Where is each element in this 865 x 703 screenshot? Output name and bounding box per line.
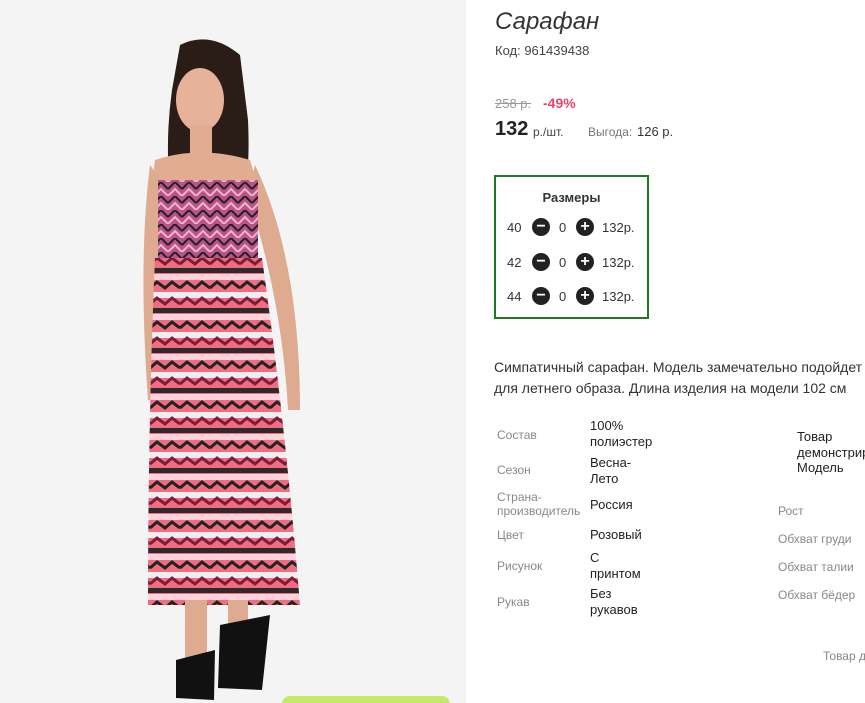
model-label-hips: Обхват бёдер [778, 588, 856, 602]
current-price: 132 [495, 118, 529, 140]
size-row-42: 42 − 0 + 132р. [496, 253, 647, 273]
plus-circle-icon[interactable]: + [576, 253, 594, 271]
benefit-value: 126 р. [637, 124, 674, 139]
attr-value-season: Весна-Лето [590, 455, 632, 486]
plus-circle-icon[interactable]: + [576, 287, 594, 305]
product-description: Симпатичный сарафан. Модель замечательно… [494, 359, 863, 396]
size-row-44: 44 − 0 + 132р. [496, 287, 647, 307]
product-code: Код: 961439438 [495, 43, 590, 58]
sizes-panel: Размеры 40 − 0 + 132р. 42 − 0 + 132р. 44… [494, 175, 649, 319]
attr-label-sleeve: Рукав [497, 595, 530, 609]
model-illustration [0, 0, 466, 703]
attr-value-composition: 100% полиэстер [590, 418, 653, 449]
attr-label-country: Страна-производитель [497, 490, 581, 518]
model-label-height: Рост [778, 504, 804, 518]
size-price: 132р. [602, 220, 635, 235]
minus-circle-icon[interactable]: − [532, 287, 550, 305]
attr-label-color: Цвет [497, 528, 524, 542]
size-row-40: 40 − 0 + 132р. [496, 218, 647, 238]
attr-value-country: Россия [590, 497, 633, 512]
product-photo[interactable] [0, 0, 466, 703]
size-label: 42 [507, 255, 522, 270]
attr-value-sleeve: Без рукавов [590, 586, 638, 617]
model-intro: Товар демонстрирует Модель [797, 429, 865, 475]
attr-label-season: Сезон [497, 463, 531, 477]
price-unit: р./шт. [533, 125, 564, 139]
sizes-title: Размеры [542, 190, 601, 205]
model-label-waist: Обхват талии [778, 560, 854, 574]
quantity-value: 0 [559, 255, 567, 270]
size-price: 132р. [602, 289, 635, 304]
discount-badge: -49% [543, 95, 576, 111]
attr-value-pattern: С принтом [590, 550, 641, 581]
minus-circle-icon[interactable]: − [532, 253, 550, 271]
plus-circle-icon[interactable]: + [576, 218, 594, 236]
model-label-bust: Обхват груди [778, 532, 852, 546]
attr-label-pattern: Рисунок [497, 559, 543, 573]
size-label: 40 [507, 220, 522, 235]
benefit-label: Выгода: [588, 125, 633, 139]
attr-label-composition: Состав [497, 428, 537, 442]
footer-note: Товар д [823, 649, 865, 663]
quantity-value: 0 [559, 289, 567, 304]
size-price: 132р. [602, 255, 635, 270]
minus-circle-icon[interactable]: − [532, 218, 550, 236]
old-price: 258 р. [495, 96, 532, 111]
action-pill[interactable] [282, 696, 450, 703]
quantity-value: 0 [559, 220, 567, 235]
attr-value-color: Розовый [590, 527, 642, 542]
page-title: Сарафан [495, 8, 600, 35]
size-label: 44 [507, 289, 522, 304]
